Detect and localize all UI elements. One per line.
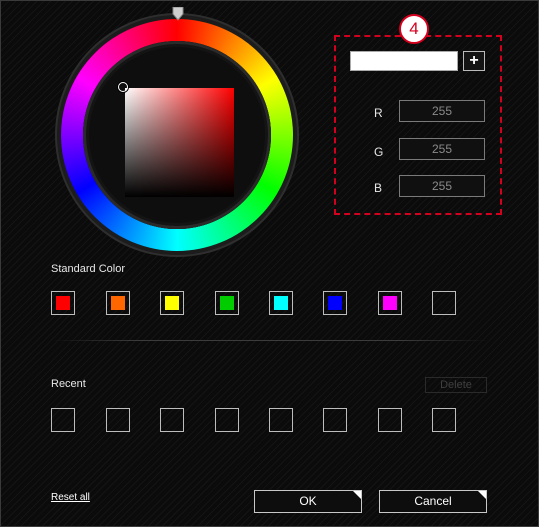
corner-icon	[353, 491, 361, 499]
r-label: R	[374, 106, 383, 120]
recent-label: Recent	[51, 378, 86, 390]
standard-color-swatch-fill	[165, 296, 179, 310]
r-field[interactable]: 255	[399, 100, 485, 122]
standard-color-swatch[interactable]	[432, 291, 456, 315]
cancel-button[interactable]: Cancel	[379, 490, 487, 513]
color-preview-input[interactable]	[350, 51, 458, 71]
recent-color-swatch[interactable]	[106, 408, 130, 432]
standard-color-swatch-fill	[383, 296, 397, 310]
standard-color-swatch-fill	[111, 296, 125, 310]
standard-color-swatch-fill	[274, 296, 288, 310]
standard-color-swatch[interactable]	[378, 291, 402, 315]
standard-color-swatch[interactable]	[51, 291, 75, 315]
standard-color-swatch-fill	[56, 296, 70, 310]
standard-color-swatch[interactable]	[215, 291, 239, 315]
sv-handle[interactable]	[118, 82, 128, 92]
hue-pointer-icon[interactable]	[171, 7, 185, 21]
recent-color-swatch[interactable]	[323, 408, 347, 432]
divider	[51, 340, 489, 341]
step-badge: 4	[399, 14, 429, 44]
standard-color-label: Standard Color	[51, 263, 125, 275]
recent-color-swatch[interactable]	[160, 408, 184, 432]
add-color-button[interactable]: +	[463, 51, 485, 71]
standard-color-swatch[interactable]	[106, 291, 130, 315]
cancel-label: Cancel	[414, 494, 452, 508]
standard-color-swatch[interactable]	[269, 291, 293, 315]
recent-color-swatch[interactable]	[269, 408, 293, 432]
recent-color-swatch[interactable]	[215, 408, 239, 432]
color-wheel	[61, 7, 301, 251]
standard-color-swatch-fill	[328, 296, 342, 310]
standard-color-swatch[interactable]	[323, 291, 347, 315]
saturation-value-square[interactable]	[125, 88, 234, 197]
corner-icon	[478, 491, 486, 499]
b-field[interactable]: 255	[399, 175, 485, 197]
recent-color-swatch[interactable]	[51, 408, 75, 432]
recent-color-swatch[interactable]	[378, 408, 402, 432]
standard-color-swatch[interactable]	[160, 291, 184, 315]
b-label: B	[374, 181, 383, 195]
ok-label: OK	[299, 494, 317, 508]
recent-color-swatch[interactable]	[432, 408, 456, 432]
ok-button[interactable]: OK	[254, 490, 362, 513]
g-label: G	[374, 145, 384, 159]
color-picker-dialog: 4 + R 255 G 255 B 255 Standard Color Rec…	[0, 0, 539, 527]
reset-all-link[interactable]: Reset all	[51, 492, 90, 503]
standard-color-swatch-fill	[220, 296, 234, 310]
delete-button[interactable]: Delete	[425, 377, 487, 393]
g-field[interactable]: 255	[399, 138, 485, 160]
